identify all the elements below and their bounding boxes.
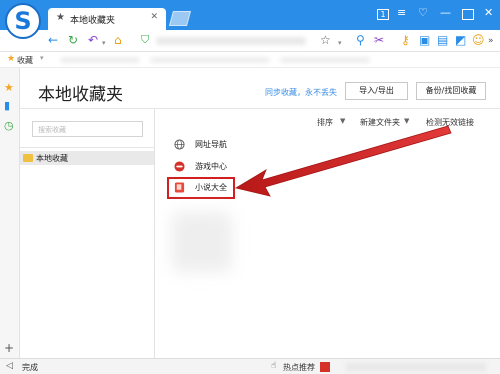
status-bar: ◁ 完成 ☝ 热点推荐 — [0, 358, 500, 374]
smile-icon[interactable]: ☺ — [472, 33, 485, 47]
status-icons-blurred — [346, 363, 486, 371]
globe-icon — [174, 139, 185, 150]
sync-link[interactable]: 同步收藏，永不丢失 — [265, 87, 337, 98]
game-icon — [174, 161, 185, 172]
sort-button[interactable]: 排序 — [317, 117, 333, 128]
scissors-icon[interactable]: ✂ — [374, 33, 384, 47]
close-window-icon[interactable]: ✕ — [484, 6, 493, 20]
title-bar: ★ 本地收藏夹 ✕ 1 ≡ ♡ — ✕ — [0, 0, 500, 30]
folder-label: 本地收藏 — [36, 154, 68, 163]
ext-icon[interactable]: ▣ — [419, 33, 430, 47]
side-rail: ★ ▮ ◷ + — [0, 68, 20, 358]
tab-local-favorites[interactable]: ★ 本地收藏夹 ✕ — [48, 8, 166, 30]
list-item[interactable]: 网址导航 — [174, 137, 254, 153]
new-folder-dropdown-icon[interactable]: ▼ — [404, 117, 409, 125]
undo-dropdown-icon[interactable]: ▾ — [102, 36, 106, 50]
backup-button[interactable]: 备份/找回收藏 — [416, 82, 486, 100]
pane-divider — [20, 147, 154, 148]
back-panel-icon[interactable]: ◁ — [6, 361, 13, 372]
check-links-button[interactable]: 检测无效链接 — [426, 117, 474, 128]
highlight-box — [167, 177, 235, 199]
bookmark-blurred — [150, 57, 270, 63]
panel-icon[interactable]: ◩ — [455, 33, 466, 47]
hot-recommend-link[interactable]: 热点推荐 — [283, 362, 315, 373]
minimize-icon[interactable]: — — [440, 6, 451, 20]
new-folder-button[interactable]: 新建文件夹 — [360, 117, 400, 128]
history-icon[interactable]: ◷ — [4, 120, 14, 132]
sort-dropdown-icon[interactable]: ▼ — [340, 117, 345, 125]
sidebar-toggle-icon[interactable]: 1 — [377, 9, 389, 20]
dropdown-icon[interactable]: ▾ — [338, 36, 342, 50]
news-icon[interactable] — [320, 362, 330, 372]
bookmark-blurred — [60, 57, 140, 63]
bookmarks-bar: ★ 收藏 ▾ — [0, 52, 500, 68]
home-icon[interactable]: ⌂ — [114, 33, 122, 47]
hot-icon: ☝ — [271, 361, 277, 371]
list-item[interactable]: 游戏中心 — [174, 159, 254, 175]
import-export-button[interactable]: 导入/导出 — [345, 82, 408, 100]
list-item-label: 网址导航 — [195, 140, 227, 149]
back-icon[interactable]: ← — [48, 33, 58, 47]
favorites-icon[interactable]: ★ — [4, 82, 14, 94]
menu-icon[interactable]: ≡ — [397, 6, 406, 20]
search-placeholder: 搜索收藏 — [38, 126, 66, 134]
undo-icon[interactable]: ↶ — [88, 33, 98, 47]
bookmark-blurred — [280, 57, 370, 63]
more-icon[interactable]: » — [488, 34, 494, 48]
list-item-label: 游戏中心 — [195, 162, 227, 171]
refresh-icon[interactable]: ↻ — [68, 33, 78, 47]
folder-icon — [23, 154, 33, 162]
skin-icon[interactable]: ♡ — [418, 6, 428, 20]
key-icon[interactable]: ⚷ — [401, 33, 410, 47]
browser-logo: S — [5, 3, 41, 39]
bookmarks-star-icon: ★ — [7, 54, 16, 64]
search-icon[interactable]: ⚲ — [356, 33, 365, 47]
bookmarks-arrow-icon[interactable]: ▾ — [40, 54, 44, 62]
page-title: 本地收藏夹 — [38, 85, 123, 105]
status-text: 完成 — [22, 363, 38, 372]
add-icon[interactable]: + — [4, 342, 14, 354]
bookmarks-label[interactable]: 收藏 — [17, 55, 33, 66]
blurred-content — [172, 212, 232, 272]
tab-close-icon[interactable]: ✕ — [150, 12, 158, 22]
star-icon: ★ — [56, 12, 65, 23]
reading-icon[interactable]: ▮ — [4, 100, 10, 112]
folder-item-local[interactable]: 本地收藏 — [20, 151, 154, 165]
tab-title: 本地收藏夹 — [70, 16, 116, 26]
arrow-shape — [234, 125, 452, 197]
folder-pane: 搜索收藏 本地收藏 — [20, 109, 155, 358]
new-tab-button[interactable] — [168, 11, 192, 26]
maximize-icon[interactable] — [462, 9, 474, 20]
search-input[interactable]: 搜索收藏 — [32, 121, 143, 137]
note-icon[interactable]: ▤ — [437, 33, 448, 47]
address-bar[interactable] — [136, 33, 336, 49]
url-text-blurred — [156, 37, 306, 45]
